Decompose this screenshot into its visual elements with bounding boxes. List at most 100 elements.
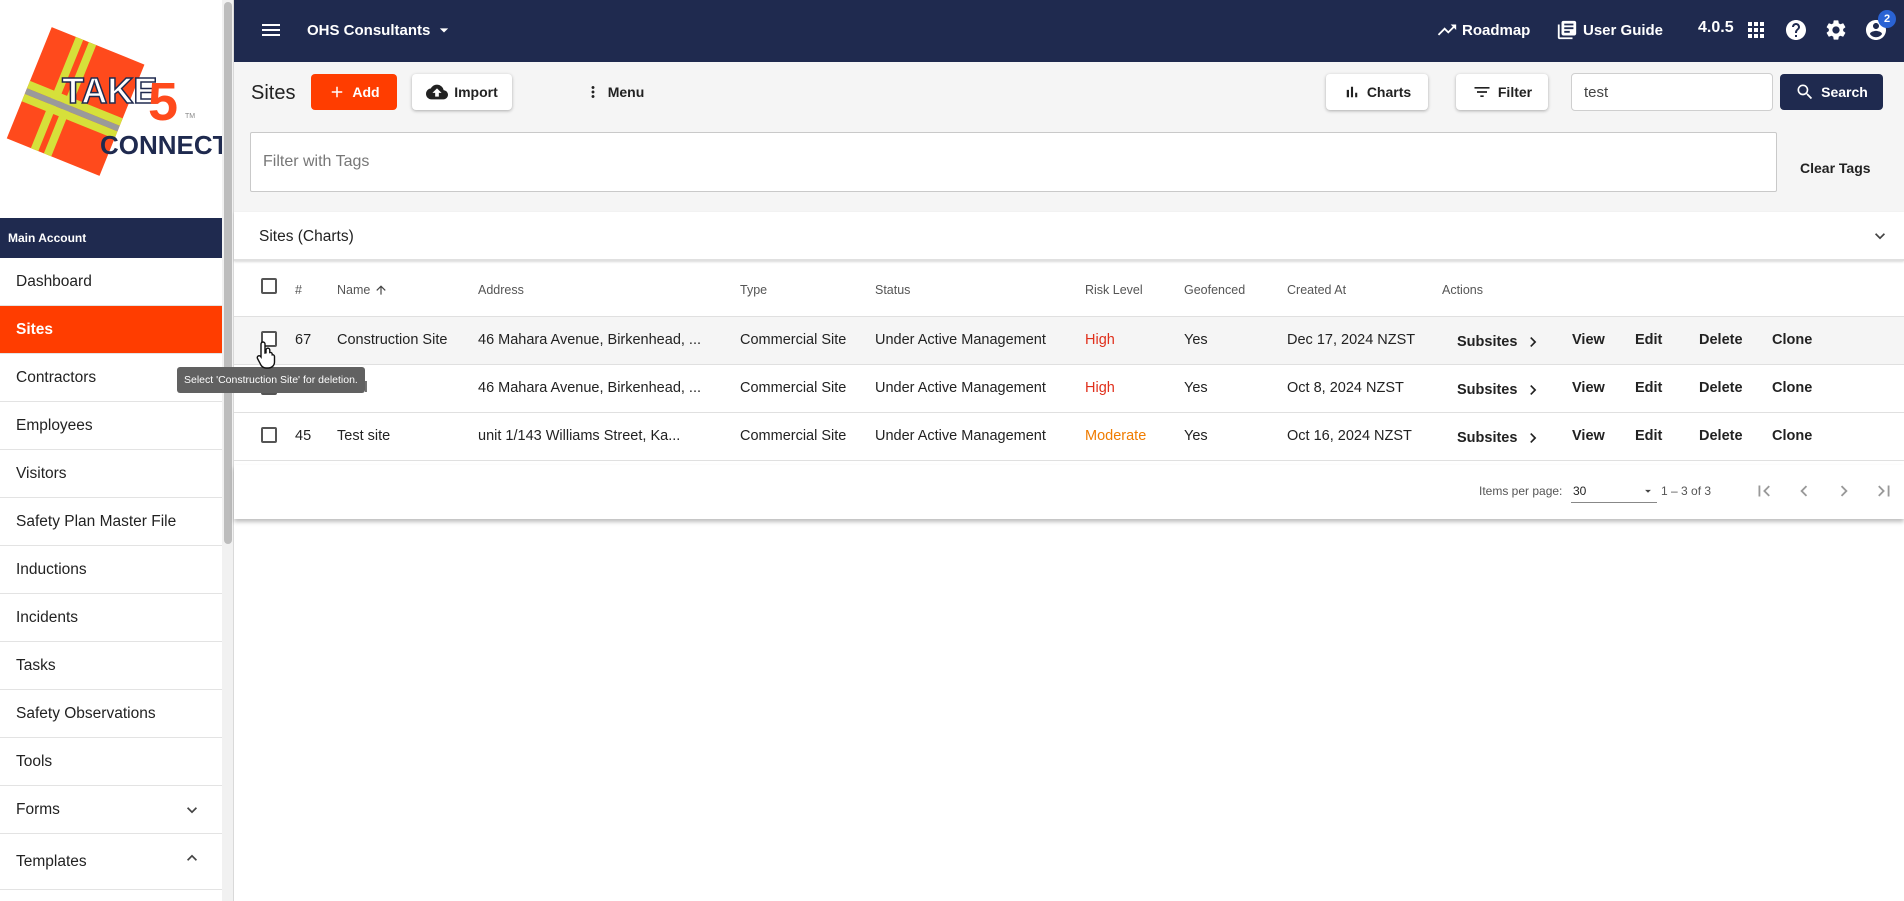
- user-guide-label: User Guide: [1583, 21, 1664, 39]
- sidebar-scrollbar-thumb[interactable]: [224, 2, 232, 544]
- subsites-button-label: Subsites: [1457, 334, 1518, 350]
- sidebar-item-forms[interactable]: Forms: [0, 786, 222, 834]
- previous-page-icon[interactable]: [1792, 479, 1816, 503]
- clone-button[interactable]: Clone: [1772, 380, 1812, 396]
- clone-button[interactable]: Clone: [1772, 428, 1812, 444]
- paginator: Items per page: 30 1 – 3 of 3: [234, 465, 1904, 519]
- cell-risk-level: High: [1085, 380, 1115, 396]
- settings-gear-icon[interactable]: [1824, 18, 1848, 42]
- next-page-icon[interactable]: [1832, 479, 1856, 503]
- select-all-checkbox[interactable]: [261, 278, 277, 294]
- roadmap-link[interactable]: Roadmap: [1436, 19, 1530, 41]
- main-account-header: Main Account: [0, 218, 222, 258]
- header-status[interactable]: Status: [875, 283, 910, 297]
- edit-button[interactable]: Edit: [1635, 332, 1662, 348]
- import-button[interactable]: Import: [412, 74, 512, 110]
- chevron-down-icon[interactable]: [182, 800, 202, 820]
- caret-down-icon: [1645, 489, 1651, 493]
- cell-type: Commercial Site: [740, 428, 847, 444]
- menu-button[interactable]: Menu: [564, 74, 664, 110]
- add-button[interactable]: Add: [311, 74, 397, 110]
- org-selector[interactable]: OHS Consultants: [307, 20, 454, 40]
- sidebar-item-tools[interactable]: Tools: [0, 738, 222, 786]
- sidebar-item-label: Sites: [16, 320, 54, 338]
- edit-button[interactable]: Edit: [1635, 380, 1662, 396]
- header-risk-level[interactable]: Risk Level: [1085, 283, 1143, 297]
- table-header-row: # Name Address Type Status Risk Level Ge…: [234, 263, 1904, 317]
- search-button[interactable]: Search: [1780, 74, 1883, 110]
- subsites-button[interactable]: Subsites: [1457, 380, 1543, 400]
- sidebar-item-label: Tasks: [16, 656, 56, 674]
- first-page-icon[interactable]: [1752, 479, 1776, 503]
- table-row[interactable]: 67 Construction Site 46 Mahara Avenue, Bir…: [234, 317, 1904, 365]
- delete-button[interactable]: Delete: [1699, 380, 1743, 396]
- page-size-select[interactable]: 30: [1571, 479, 1657, 503]
- sidebar-item-employees[interactable]: Employees: [0, 402, 222, 450]
- last-page-icon[interactable]: [1872, 479, 1896, 503]
- cell-type: Commercial Site: [740, 332, 847, 348]
- take5-connect-logo[interactable]: TAKE 5 TM CONNECT: [0, 0, 229, 218]
- header-name[interactable]: Name: [337, 283, 388, 297]
- sidebar-item-dashboard[interactable]: Dashboard: [0, 258, 222, 306]
- sidebar-item-templates[interactable]: Templates: [0, 834, 222, 890]
- help-icon[interactable]: [1784, 18, 1808, 42]
- version-label: 4.0.5: [1698, 19, 1734, 36]
- edit-button[interactable]: Edit: [1635, 428, 1662, 444]
- header-num: #: [295, 283, 302, 297]
- sidebar-item-label: Incidents: [16, 608, 79, 626]
- row-select-checkbox[interactable]: [261, 427, 277, 443]
- tag-filter-input[interactable]: Filter with Tags: [250, 132, 1777, 192]
- filter-button[interactable]: Filter: [1456, 74, 1548, 110]
- chevron-up-icon[interactable]: [182, 848, 202, 868]
- logo-tm: TM: [185, 113, 195, 120]
- chevron-down-icon[interactable]: [1870, 226, 1890, 251]
- sidebar-item-tasks[interactable]: Tasks: [0, 642, 222, 690]
- view-button[interactable]: View: [1572, 380, 1605, 396]
- table-row[interactable]: 45 Test site unit 1/143 Williams Street, K…: [234, 413, 1904, 461]
- cell-geofenced: Yes: [1184, 332, 1208, 348]
- charts-panel-title: Sites (Charts): [259, 228, 354, 245]
- apps-grid-icon[interactable]: [1744, 18, 1768, 42]
- caret-down-icon: [440, 28, 449, 33]
- delete-button-label: Delete: [1699, 380, 1743, 396]
- more-vert-icon: [591, 86, 595, 98]
- user-guide-link[interactable]: User Guide: [1556, 19, 1663, 41]
- cell-address: 46 Mahara Avenue, Birkenhead, ...: [478, 380, 702, 396]
- view-button[interactable]: View: [1572, 428, 1605, 444]
- subsites-button-label: Subsites: [1457, 382, 1518, 398]
- clone-button-label: Clone: [1772, 380, 1813, 396]
- hamburger-menu-icon[interactable]: [259, 18, 283, 42]
- header-actions: Actions: [1442, 283, 1483, 297]
- delete-button[interactable]: Delete: [1699, 332, 1743, 348]
- charts-expansion-panel[interactable]: Sites (Charts): [234, 212, 1904, 261]
- sidebar-item-safety-observations[interactable]: Safety Observations: [0, 690, 222, 738]
- sidebar-item-incidents[interactable]: Incidents: [0, 594, 222, 642]
- subsites-button[interactable]: Subsites: [1457, 428, 1543, 448]
- cloud-upload-icon: [426, 84, 449, 100]
- page-range-label: 1 – 3 of 3: [1661, 484, 1712, 498]
- sidebar-scrollbar[interactable]: [222, 0, 234, 901]
- header-geofenced[interactable]: Geofenced: [1184, 283, 1245, 297]
- cell-created-at: Dec 17, 2024 NZST: [1287, 332, 1416, 348]
- search-input[interactable]: [1571, 73, 1773, 111]
- cell-risk-level: Moderate: [1085, 428, 1147, 444]
- account-circle-icon[interactable]: 2: [1864, 10, 1896, 42]
- header-type[interactable]: Type: [740, 283, 767, 297]
- view-button[interactable]: View: [1572, 332, 1605, 348]
- cell-id: 67: [295, 332, 312, 348]
- delete-button-label: Delete: [1699, 332, 1743, 348]
- clear-tags-button[interactable]: Clear Tags: [1800, 160, 1871, 176]
- sidebar-item-visitors[interactable]: Visitors: [0, 450, 222, 498]
- import-button-label: Import: [454, 84, 498, 100]
- charts-button[interactable]: Charts: [1326, 74, 1428, 110]
- sidebar-item-sites[interactable]: Sites: [0, 306, 222, 354]
- subsites-button[interactable]: Subsites: [1457, 332, 1543, 352]
- header-created-at[interactable]: Created At: [1287, 283, 1346, 297]
- header-address[interactable]: Address: [478, 283, 524, 297]
- clone-button[interactable]: Clone: [1772, 332, 1812, 348]
- delete-button[interactable]: Delete: [1699, 428, 1743, 444]
- table-row[interactable]: ionel46 Mahara Avenue, Birkenhead, ...Co…: [234, 365, 1904, 413]
- sidebar-item-safety-plan-master-file[interactable]: Safety Plan Master File: [0, 498, 222, 546]
- sidebar-item-inductions[interactable]: Inductions: [0, 546, 222, 594]
- chevron-right-icon: [1523, 380, 1543, 400]
